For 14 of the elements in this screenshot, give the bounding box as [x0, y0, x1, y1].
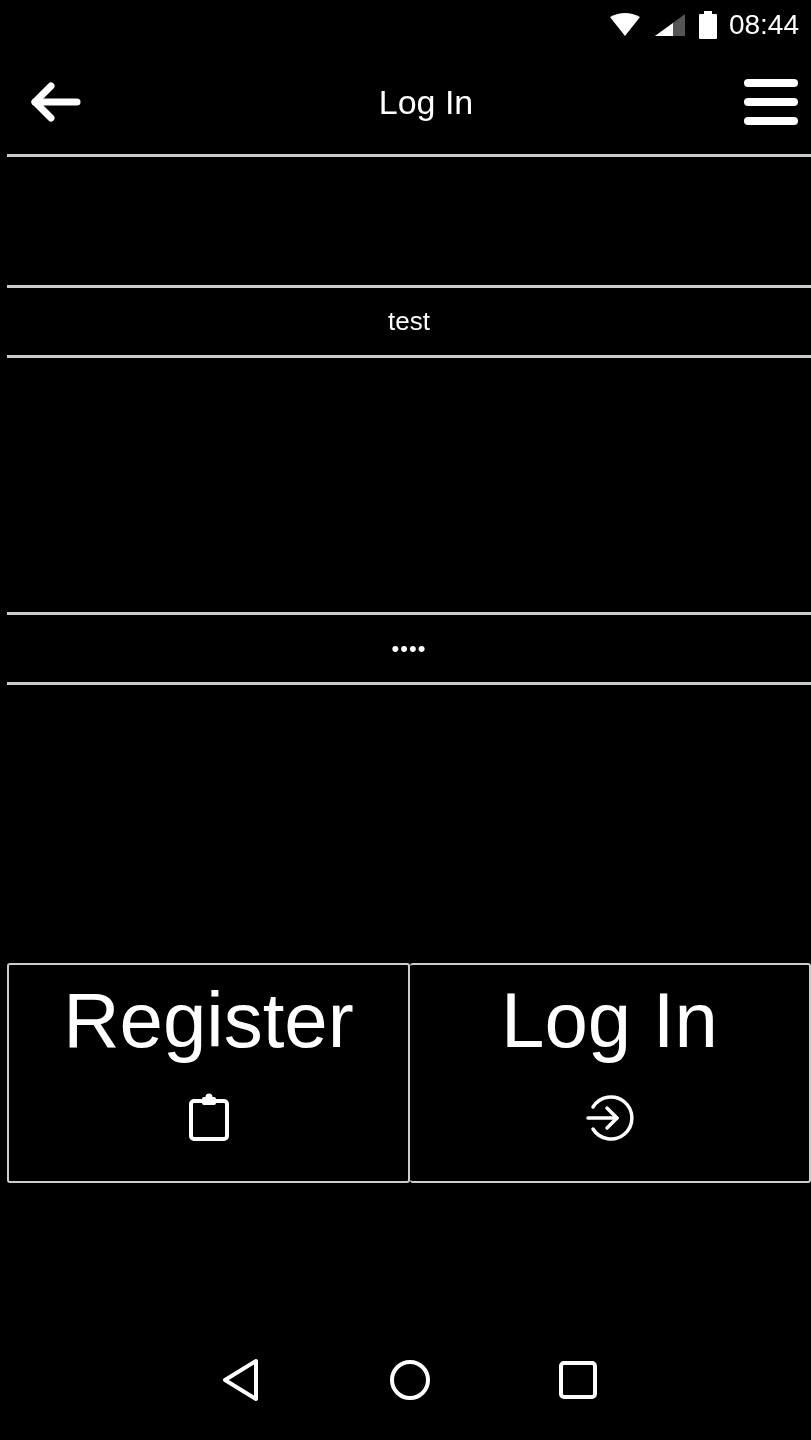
home-icon[interactable] [389, 1359, 431, 1401]
status-time: 08:44 [728, 9, 799, 41]
wifi-icon [608, 13, 641, 37]
username-field[interactable]: test [7, 285, 811, 358]
login-button[interactable]: Log In [410, 963, 811, 1183]
register-button[interactable]: Register [7, 963, 410, 1183]
sign-in-icon [584, 1093, 635, 1143]
page-title: Log In [378, 82, 474, 122]
clipboard-icon [188, 1093, 229, 1141]
menu-icon[interactable] [743, 77, 799, 127]
back-icon[interactable] [221, 1358, 261, 1402]
password-field[interactable]: •••• [7, 612, 811, 685]
recents-icon[interactable] [559, 1361, 597, 1399]
battery-icon [698, 11, 717, 39]
